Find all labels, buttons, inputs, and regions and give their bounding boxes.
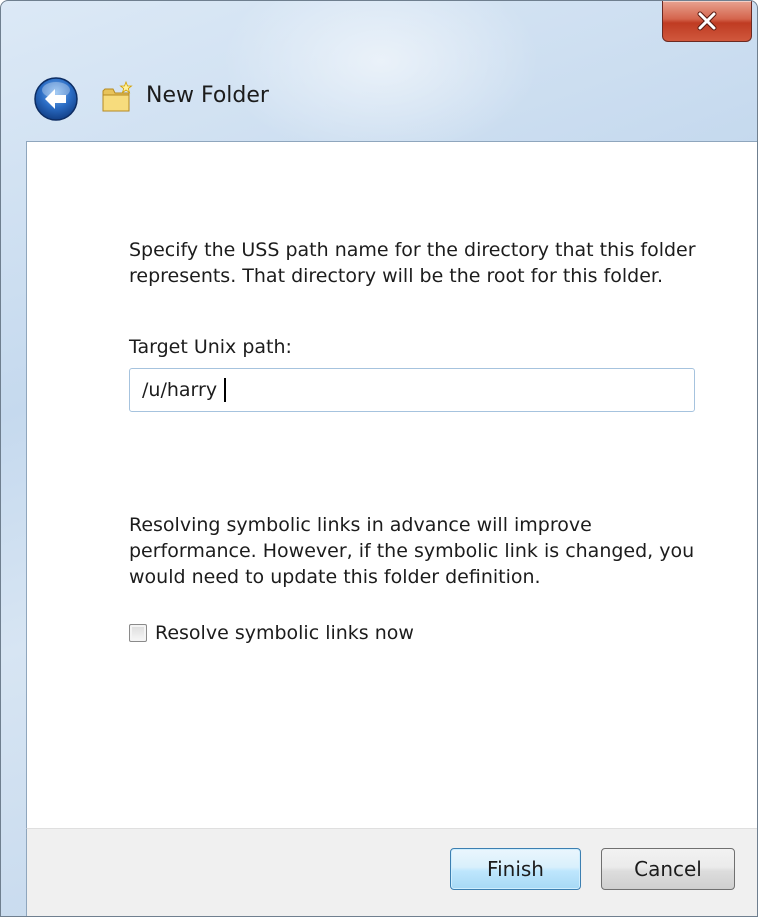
new-folder-icon [102, 81, 133, 112]
cancel-button[interactable]: Cancel [601, 848, 735, 890]
dialog-window: New Folder Specify the USS path name for… [0, 0, 758, 917]
finish-button[interactable]: Finish [450, 848, 581, 890]
resolve-symlinks-option[interactable]: Resolve symbolic links now [129, 622, 414, 644]
dialog-title: New Folder [146, 83, 269, 108]
content-panel: Specify the USS path name for the direct… [26, 141, 757, 829]
back-button[interactable] [33, 76, 79, 122]
target-path-label: Target Unix path: [129, 336, 292, 358]
close-icon [697, 11, 717, 31]
resolve-symlinks-checkbox[interactable] [129, 624, 147, 642]
path-description: Specify the USS path name for the direct… [129, 239, 696, 287]
target-path-input[interactable] [129, 368, 695, 412]
back-arrow-icon [34, 77, 78, 121]
text-cursor [224, 378, 226, 402]
resolve-symlinks-label: Resolve symbolic links now [155, 622, 414, 644]
symlink-note: Resolving symbolic links in advance will… [129, 514, 695, 588]
close-button[interactable] [662, 1, 752, 42]
button-bar: Finish Cancel [26, 828, 757, 916]
